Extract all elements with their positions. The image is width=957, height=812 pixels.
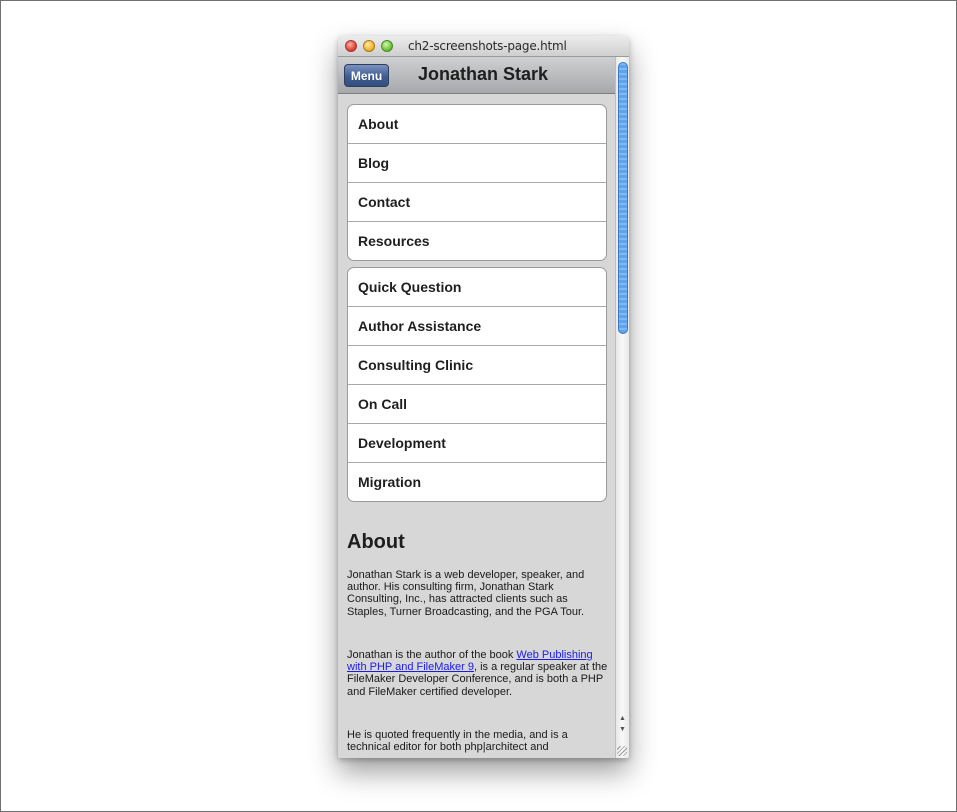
nav-item-migration[interactable]: Migration — [348, 463, 606, 501]
nav-group-services: Quick Question Author Assistance Consult… — [347, 267, 607, 502]
browser-window: ch2-screenshots-page.html Menu Jonathan … — [338, 36, 629, 758]
app-header: Menu Jonathan Stark — [338, 57, 615, 94]
page-title: Jonathan Stark — [418, 64, 549, 84]
nav-item-author-assistance[interactable]: Author Assistance — [348, 307, 606, 346]
nav-item-resources[interactable]: Resources — [348, 222, 606, 260]
about-paragraph-1: Jonathan Stark is a web developer, speak… — [347, 569, 585, 618]
resize-grip-icon[interactable] — [617, 746, 627, 756]
nav-item-about[interactable]: About — [348, 105, 606, 144]
about-paragraph-2-lead: Jonathan is the author of the book — [347, 649, 517, 661]
arrow-up-icon[interactable]: ▲ — [617, 714, 628, 724]
scrollbar-thumb[interactable] — [618, 62, 628, 334]
about-heading: About — [347, 531, 405, 553]
vertical-scrollbar[interactable]: ▲ ▼ — [615, 57, 629, 758]
zoom-icon[interactable] — [381, 40, 393, 52]
arrow-down-icon[interactable]: ▼ — [617, 725, 628, 735]
nav-item-development[interactable]: Development — [348, 424, 606, 463]
nav-item-blog[interactable]: Blog — [348, 144, 606, 183]
nav-item-consulting-clinic[interactable]: Consulting Clinic — [348, 346, 606, 385]
window-titlebar[interactable]: ch2-screenshots-page.html — [338, 36, 629, 57]
window-title: ch2-screenshots-page.html — [408, 39, 567, 53]
nav-group-main: About Blog Contact Resources — [347, 104, 607, 261]
about-paragraph-2: Jonathan is the author of the book Web P… — [347, 649, 609, 698]
nav-item-contact[interactable]: Contact — [348, 183, 606, 222]
about-paragraph-3: He is quoted frequently in the media, an… — [347, 729, 568, 754]
nav-item-on-call[interactable]: On Call — [348, 385, 606, 424]
close-icon[interactable] — [345, 40, 357, 52]
nav-item-quick-question[interactable]: Quick Question — [348, 268, 606, 307]
minimize-icon[interactable] — [363, 40, 375, 52]
page-content[interactable]: About Blog Contact Resources Quick Quest… — [338, 94, 615, 758]
menu-button[interactable]: Menu — [344, 64, 389, 87]
